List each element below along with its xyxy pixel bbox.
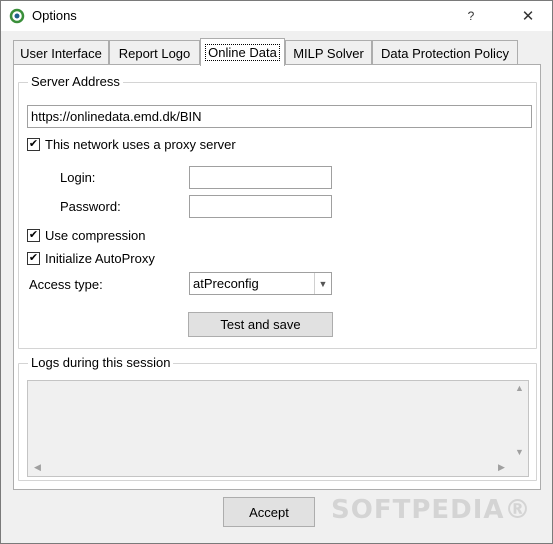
help-icon: ?: [467, 9, 475, 23]
login-input[interactable]: [189, 166, 332, 189]
compression-checkbox-row[interactable]: ✔ Use compression: [27, 228, 145, 243]
scroll-up-icon[interactable]: ▲: [511, 383, 528, 393]
app-logo-icon: [9, 8, 25, 24]
scroll-down-icon[interactable]: ▼: [511, 447, 528, 457]
scroll-right-icon[interactable]: ▶: [493, 462, 510, 473]
test-and-save-button[interactable]: Test and save: [188, 312, 333, 337]
logs-legend: Logs during this session: [28, 355, 174, 370]
close-button[interactable]: ✕: [513, 1, 543, 31]
chevron-down-icon[interactable]: ▼: [314, 273, 331, 294]
server-address-group: Server Address ✔ This network uses a pro…: [18, 74, 537, 349]
compression-checkbox[interactable]: ✔: [27, 229, 40, 242]
online-data-page: Server Address ✔ This network uses a pro…: [13, 64, 541, 490]
accept-button[interactable]: Accept: [223, 497, 315, 527]
logs-group: Logs during this session ▲ ▼ ◀ ▶: [18, 355, 537, 481]
horizontal-scrollbar[interactable]: ◀ ▶: [28, 459, 511, 476]
tab-milp-solver[interactable]: MILP Solver: [285, 40, 372, 65]
access-type-value: atPreconfig: [193, 276, 259, 291]
compression-label: Use compression: [45, 228, 146, 243]
tab-data-protection-policy[interactable]: Data Protection Policy: [372, 40, 518, 65]
login-label: Login:: [60, 170, 96, 185]
proxy-label: This network uses a proxy server: [45, 137, 236, 152]
logs-textarea[interactable]: ▲ ▼ ◀ ▶: [27, 380, 529, 477]
help-button[interactable]: ?: [456, 1, 486, 31]
softpedia-watermark: SOFTPEDIA®: [331, 495, 532, 525]
tab-user-interface[interactable]: User Interface: [13, 40, 109, 65]
autoproxy-checkbox-row[interactable]: ✔ Initialize AutoProxy: [27, 251, 155, 266]
vertical-scrollbar[interactable]: ▲ ▼: [511, 381, 528, 476]
tab-online-data[interactable]: Online Data: [200, 38, 285, 66]
options-window: Options ? ✕ User Interface Report Logo O…: [0, 0, 553, 544]
scroll-left-icon[interactable]: ◀: [29, 462, 46, 473]
title-bar: Options ? ✕: [1, 1, 552, 31]
server-address-legend: Server Address: [28, 74, 123, 89]
password-input[interactable]: [189, 195, 332, 218]
tab-report-logo[interactable]: Report Logo: [109, 40, 200, 65]
autoproxy-checkbox[interactable]: ✔: [27, 252, 40, 265]
access-type-label: Access type:: [29, 277, 103, 292]
access-type-select[interactable]: atPreconfig ▼: [189, 272, 332, 295]
proxy-checkbox-row[interactable]: ✔ This network uses a proxy server: [27, 137, 236, 152]
close-icon: ✕: [521, 8, 535, 25]
proxy-checkbox[interactable]: ✔: [27, 138, 40, 151]
password-label: Password:: [60, 199, 121, 214]
autoproxy-label: Initialize AutoProxy: [45, 251, 155, 266]
server-url-input[interactable]: [27, 105, 532, 128]
window-title: Options: [32, 8, 77, 23]
